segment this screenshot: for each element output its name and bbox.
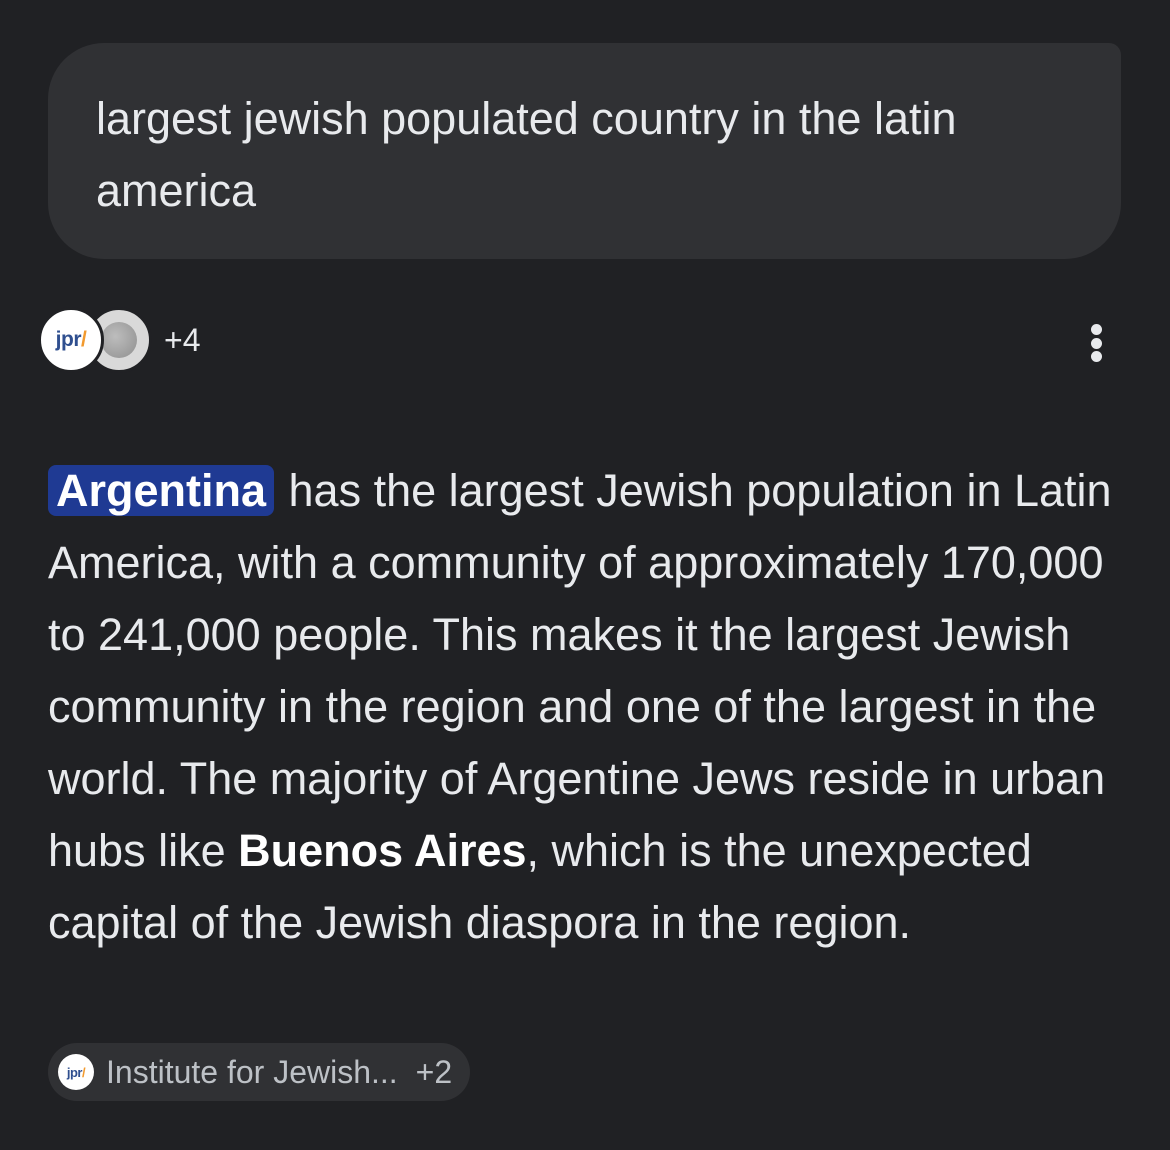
ai-overview-page: largest jewish populated country in the …	[0, 0, 1170, 1150]
jpr-favicon-icon: jpr/	[58, 1054, 94, 1090]
jpr-logo: jpr/	[55, 328, 87, 351]
jpr-logo: jpr/	[66, 1064, 86, 1080]
citation-source-name: Institute for Jewish...	[106, 1053, 398, 1090]
menu-dot	[1090, 337, 1102, 349]
answer-text: Argentina has the largest Jewish populat…	[48, 455, 1128, 959]
more-vert-icon[interactable]	[1076, 318, 1116, 368]
jpr-favicon-icon[interactable]: jpr/	[38, 307, 104, 373]
citation-more-count: +2	[415, 1053, 453, 1090]
sources-row[interactable]: jpr/ +4	[38, 307, 200, 373]
menu-dot	[1090, 351, 1102, 362]
query-bubble[interactable]: largest jewish populated country in the …	[48, 43, 1121, 259]
highlighted-answer[interactable]: Argentina	[48, 465, 275, 516]
query-text: largest jewish populated country in the …	[96, 93, 957, 216]
source-thumbnail	[101, 322, 137, 358]
more-sources-count[interactable]: +4	[164, 322, 200, 359]
answer-bold-term: Buenos Aires	[238, 825, 527, 876]
menu-dot	[1090, 324, 1102, 335]
answer-part-1: has the largest Jewish population in Lat…	[48, 465, 1112, 876]
citation-chip[interactable]: jpr/ Institute for Jewish... +2	[48, 1043, 471, 1101]
